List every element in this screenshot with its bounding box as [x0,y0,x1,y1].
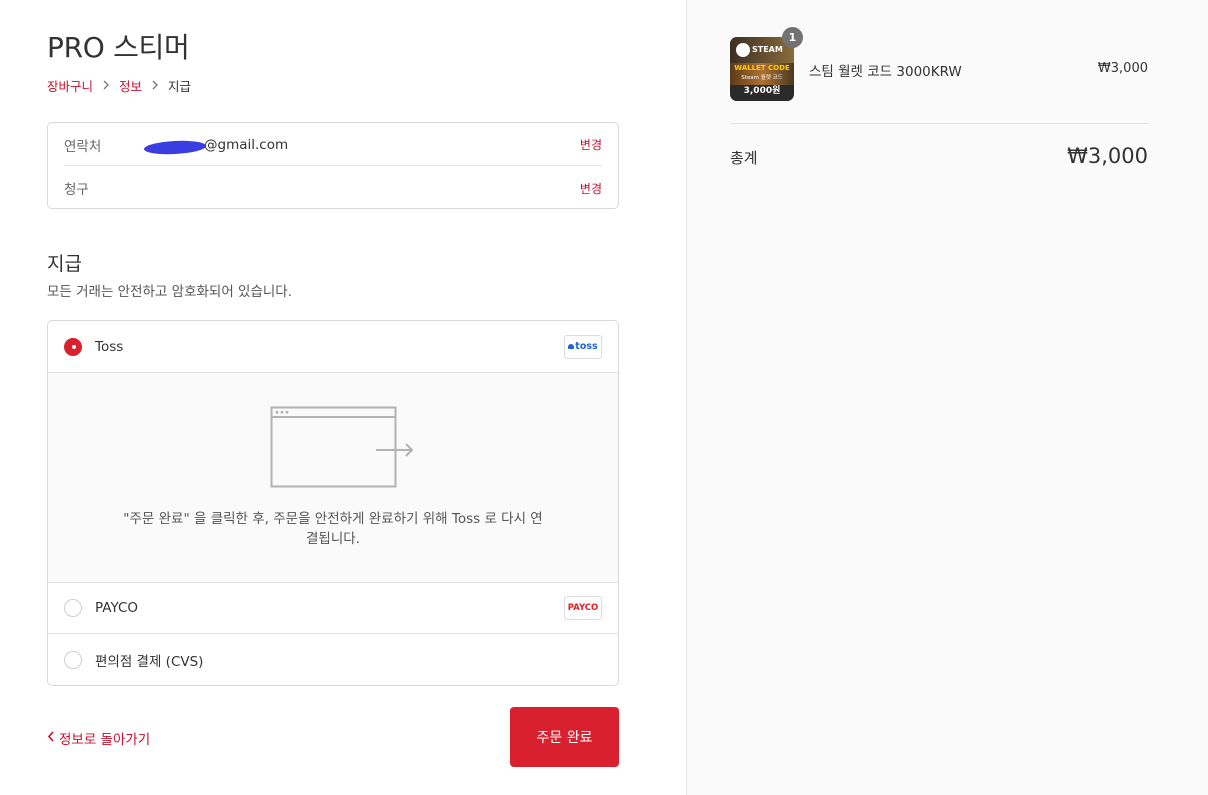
breadcrumb-information[interactable]: 정보 [119,76,142,95]
payment-option-cvs[interactable]: 편의점 결제 (CVS) [48,634,618,685]
breadcrumb-cart[interactable]: 장바구니 [47,76,93,95]
toss-logo: toss [564,334,602,359]
toss-redirect-panel: "주문 완료" 을 클릭한 후, 주문을 안전하게 완료하기 위해 Toss 로… [48,374,618,582]
summary-divider [730,123,1148,124]
thumb-line2: Steam 월렛 코드 [741,75,783,81]
payment-option-label: Toss [95,338,124,355]
payment-section-subtitle: 모든 거래는 안전하고 암호화되어 있습니다. [47,284,293,300]
payco-radio[interactable] [64,599,82,617]
billing-label: 청구 [64,182,89,198]
review-block: 연락처 @gmail.com 변경 청구 변경 [47,122,619,209]
payment-option-toss[interactable]: Toss toss [48,321,618,373]
cvs-radio[interactable] [64,651,82,669]
toss-logo-mark [568,344,575,349]
toss-logo-text: toss [575,341,598,352]
chevron-left-icon [47,730,55,746]
contact-label: 연락처 [64,138,102,155]
order-summary-sidebar: STEAM WALLET CODE Steam 월렛 코드 3,000원 1 스… [686,0,1208,795]
toss-radio[interactable] [64,337,82,356]
breadcrumb: 장바구니 정보 지급 [47,76,191,95]
thumb-price: 3,000원 [743,86,781,96]
redirect-message: "주문 완료" 을 클릭한 후, 주문을 안전하게 완료하기 위해 Toss 로… [123,511,543,547]
breadcrumb-payment: 지급 [168,79,192,94]
chevron-right-icon [102,79,110,93]
thumb-line1: WALLET CODE [734,64,790,72]
review-billing-row: 청구 변경 [64,167,602,209]
complete-order-button[interactable]: 주문 완료 [510,707,619,767]
browser-redirect-icon [270,406,416,494]
product-name: 스팀 월렛 코드 3000KRW [809,64,962,80]
thumb-brand: STEAM [752,45,783,54]
shop-title[interactable]: PRO 스티머 [47,26,190,66]
return-to-information-link[interactable]: 정보로 돌아가기 [47,728,150,748]
checkout-main: PRO 스티머 장바구니 정보 지급 연락처 @gmail.com 변경 청구 … [0,0,686,795]
payment-option-label: PAYCO [95,600,139,616]
total-value: ₩3,000 [1067,144,1148,168]
product-thumbnail: STEAM WALLET CODE Steam 월렛 코드 3,000원 [730,37,794,101]
payment-option-label: 편의점 결제 (CVS) [95,654,204,670]
total-label: 총계 [730,149,758,167]
quantity-badge: 1 [782,27,803,48]
contact-value: @gmail.com [143,137,580,156]
steam-logo-icon [736,43,750,57]
payment-methods: Toss toss "주문 완료" 을 클릭한 후, 주문을 안전하게 완료하기… [47,320,619,686]
back-link-label: 정보로 돌아가기 [59,732,151,748]
change-billing-link[interactable]: 변경 [580,180,602,197]
chevron-right-icon [151,79,159,93]
payment-option-payco[interactable]: PAYCO PAYCO [48,582,618,634]
payment-section-title: 지급 [47,253,82,275]
change-contact-link[interactable]: 변경 [580,136,602,153]
product-price: ₩3,000 [1097,61,1148,76]
payco-logo: PAYCO [564,596,602,620]
review-contact-row: 연락처 @gmail.com 변경 [64,124,602,166]
